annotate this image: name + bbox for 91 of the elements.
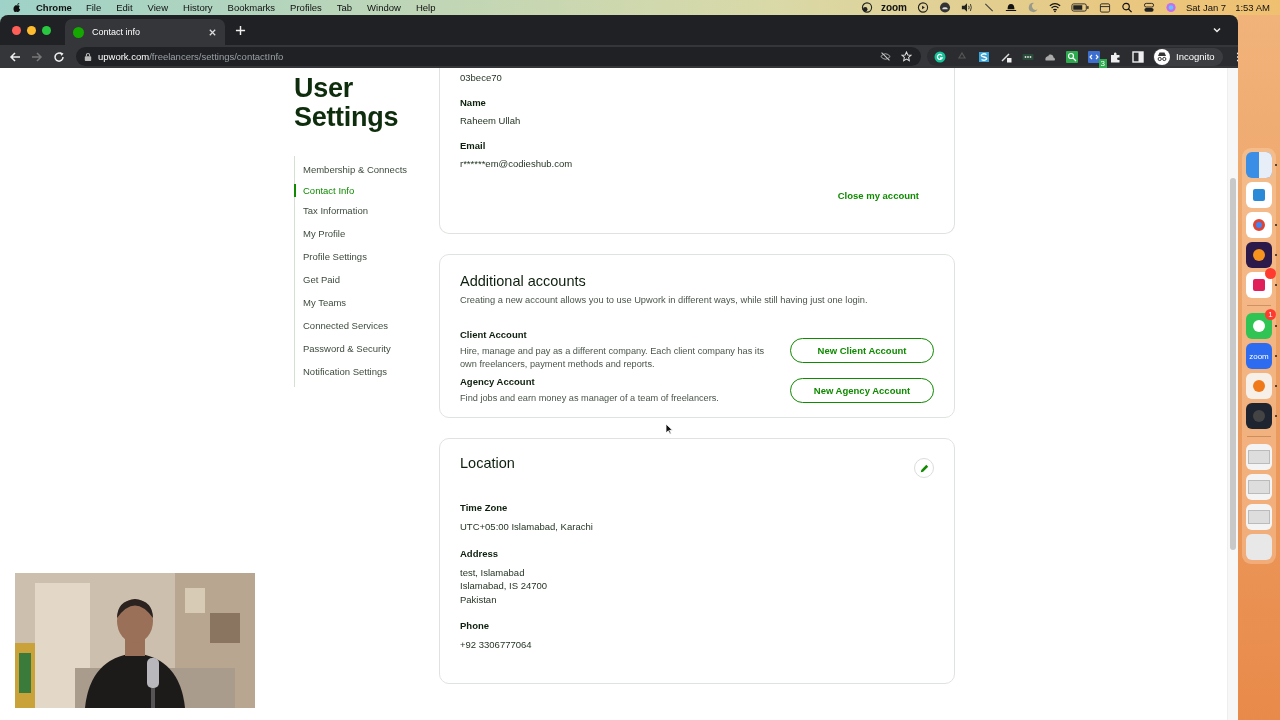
puzzle-icon[interactable]	[1110, 50, 1122, 63]
menu-item[interactable]: Bookmarks	[227, 2, 276, 13]
eye-slash-icon[interactable]	[880, 51, 891, 62]
card-description: Creating a new account allows you to use Upwork in different ways, while still having just one login.	[460, 295, 869, 305]
menu-item[interactable]: Help	[415, 2, 436, 13]
field-value: r******em@codieshub.com	[460, 158, 574, 169]
wifi-icon[interactable]	[1049, 2, 1061, 13]
field-value: Islamabad, IS 24700	[460, 579, 549, 593]
forward-icon[interactable]	[31, 50, 43, 63]
hat-icon[interactable]	[1005, 2, 1017, 13]
close-icon[interactable]	[208, 27, 217, 37]
page-title: User Settings	[294, 74, 400, 132]
incognito-button[interactable]: Incognito	[1153, 47, 1223, 66]
field-label: Time Zone	[460, 502, 509, 513]
star-icon[interactable]	[901, 51, 912, 62]
account-type-description: Find jobs and earn money as manager of a team of freelancers.	[460, 392, 720, 405]
menu-item[interactable]: File	[85, 2, 102, 13]
app-menu[interactable]: Chrome	[36, 2, 72, 13]
lock-icon	[84, 51, 92, 62]
battery-icon[interactable]	[1071, 2, 1089, 13]
new-account-button[interactable]: New Agency Account	[790, 378, 934, 403]
sidebar-item[interactable]: Connected Services	[294, 319, 439, 332]
address-bar[interactable]: upwork.com/freelancers/settings/contactInfo	[76, 47, 921, 66]
minimize-window-control[interactable]	[27, 25, 36, 35]
card-title: Location	[460, 455, 515, 471]
field-label: Email	[460, 140, 487, 151]
dock-app-icon[interactable]	[1246, 242, 1272, 268]
menu-item[interactable]: Edit	[116, 2, 133, 13]
calendar-icon[interactable]	[1099, 2, 1111, 13]
field-value: Pakistan	[460, 592, 498, 606]
menu-item[interactable]: Window	[367, 2, 401, 13]
field-value: test, Islamabad	[460, 565, 526, 579]
dock-app-icon[interactable]: zoom	[1246, 343, 1272, 369]
field-value: +92 3306777064	[460, 638, 533, 652]
reload-icon[interactable]	[53, 50, 65, 63]
dock-app-icon[interactable]	[1246, 272, 1272, 298]
sidebar-item[interactable]: Get Paid	[294, 273, 439, 286]
edit-button[interactable]	[914, 458, 934, 478]
sidebar-item[interactable]: Profile Settings	[294, 250, 439, 263]
card-title: Additional accounts	[460, 273, 587, 289]
cloud-icon[interactable]	[939, 2, 951, 13]
account-type-description: Hire, manage and pay as a different company. Each client company has its own freelancers, payment methods and reports.	[460, 345, 766, 371]
extension-badge: 3	[1098, 58, 1107, 68]
zoom-window-control[interactable]	[42, 25, 51, 35]
tab-title: Contact info	[92, 27, 142, 37]
extension-icon[interactable]	[934, 50, 946, 63]
mouse-cursor	[665, 423, 673, 435]
field-value: Raheem Ullah	[460, 115, 522, 126]
control-center-icon[interactable]	[1143, 2, 1155, 13]
browser-tab[interactable]: Contact info	[65, 19, 225, 45]
volume-icon[interactable]	[961, 2, 973, 13]
search-icon[interactable]	[1066, 50, 1078, 63]
dock-app-icon[interactable]	[1246, 212, 1272, 238]
search-icon[interactable]	[1121, 2, 1133, 13]
account-type-title: Client Account	[460, 329, 528, 340]
menu-item[interactable]: History	[183, 2, 213, 13]
sidebar-item[interactable]: My Profile	[294, 227, 439, 240]
menu-bar-date[interactable]: Sat Jan 7	[1186, 2, 1227, 13]
pencil-icon	[918, 462, 930, 474]
status-icon[interactable]	[860, 2, 873, 13]
sidebar-item[interactable]: Contact Info	[294, 184, 439, 197]
account-type-title: Agency Account	[460, 376, 536, 387]
dock-app-icon[interactable]	[1246, 403, 1272, 429]
menu-item[interactable]: Profiles	[290, 2, 322, 13]
close-account-link[interactable]: Close my account	[837, 190, 919, 201]
menu-item[interactable]: View	[147, 2, 168, 13]
scrollbar-thumb[interactable]	[1230, 178, 1236, 550]
back-icon[interactable]	[9, 50, 21, 63]
field-label: Address	[460, 547, 499, 559]
code-icon[interactable]	[1088, 50, 1100, 63]
sidebar-item[interactable]: Membership & Connects	[294, 163, 439, 176]
new-tab-icon[interactable]	[235, 24, 246, 36]
sidebar-item[interactable]: Notification Settings	[294, 365, 439, 378]
new-account-button[interactable]: New Client Account	[790, 337, 934, 363]
field-label: Name	[460, 97, 487, 108]
account-id: 03bece70	[460, 72, 503, 83]
close-window-control[interactable]	[12, 25, 21, 35]
zoom-status-item[interactable]: zoom	[880, 2, 907, 13]
field-label: Phone	[460, 620, 491, 631]
menu-bar-time[interactable]: 1:53 AM	[1235, 2, 1270, 13]
side-panel-icon[interactable]	[1132, 50, 1144, 63]
extension-icon[interactable]	[978, 50, 990, 63]
apple-icon[interactable]	[12, 2, 22, 13]
notification-badge: 1	[1265, 309, 1276, 320]
play-icon[interactable]	[917, 2, 929, 13]
site-icon	[73, 26, 84, 38]
field-value: UTC+05:00 Islamabad, Karachi	[460, 520, 594, 534]
sidebar-item[interactable]: My Teams	[294, 296, 439, 309]
sidebar-item[interactable]: Password & Security	[294, 342, 439, 355]
sidebar-item[interactable]: Tax Information	[294, 204, 439, 217]
menu-item[interactable]: Tab	[336, 2, 353, 13]
